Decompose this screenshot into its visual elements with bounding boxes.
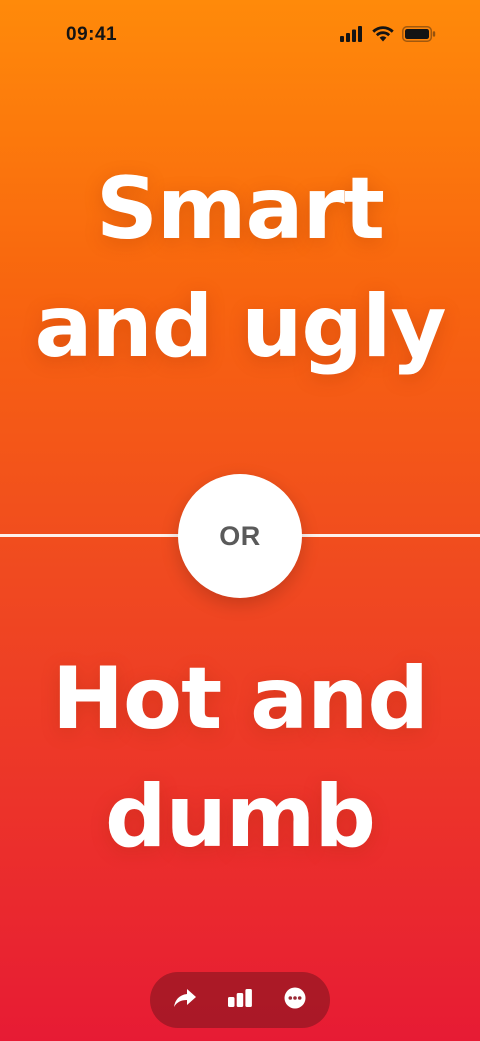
- option-a-line1: Smart: [95, 159, 385, 259]
- or-label: OR: [219, 520, 261, 551]
- stats-button[interactable]: [220, 980, 260, 1020]
- status-time: 09:41: [66, 24, 118, 45]
- option-b-card[interactable]: Hot and dumb: [0, 640, 480, 876]
- stats-icon: [227, 988, 253, 1012]
- share-button[interactable]: [165, 980, 205, 1020]
- share-icon: [173, 988, 197, 1012]
- signal-icon: [340, 26, 364, 46]
- more-icon: [284, 987, 306, 1013]
- option-b-line2: dumb: [105, 767, 376, 867]
- status-bar: 09:41: [0, 0, 480, 70]
- more-button[interactable]: [275, 980, 315, 1020]
- option-a-line2: and ugly: [34, 277, 446, 377]
- battery-icon: [402, 26, 436, 46]
- option-a-card[interactable]: Smart and ugly: [0, 150, 480, 386]
- option-b-line1: Hot and: [52, 649, 429, 749]
- bottom-toolbar: [150, 972, 330, 1028]
- wifi-icon: [372, 26, 394, 46]
- status-icons: [340, 25, 436, 47]
- or-badge: OR: [178, 474, 302, 598]
